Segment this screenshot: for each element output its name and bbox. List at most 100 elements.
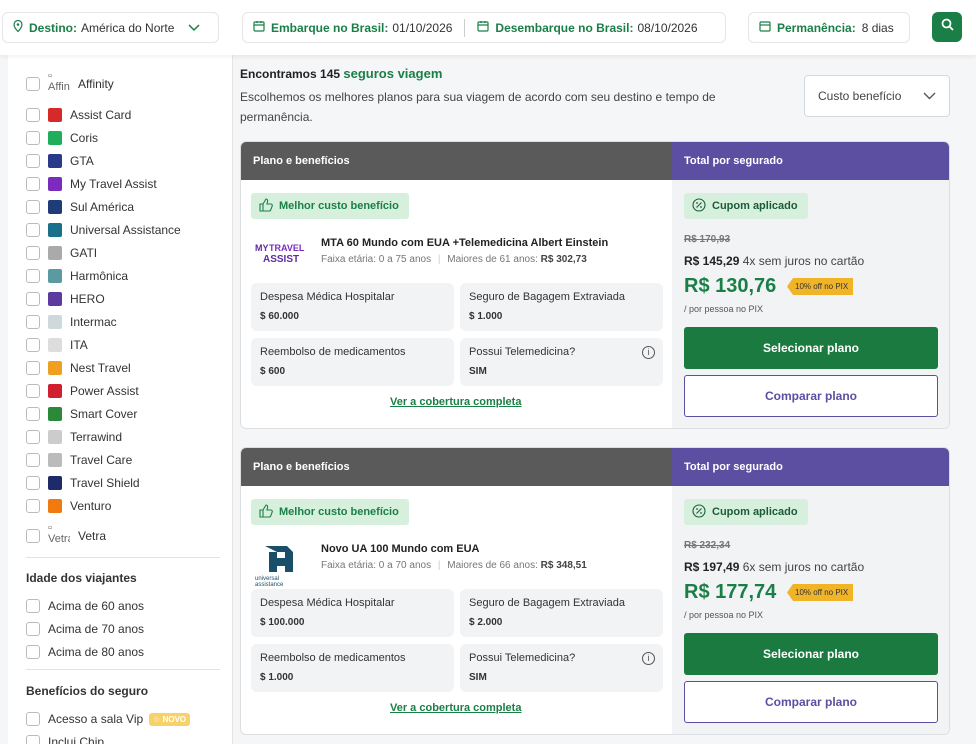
checkbox[interactable] [26,269,40,283]
price-panel: Cupom aplicado R$ 232,34 R$ 197,49 6x se… [672,486,949,734]
coupon-badge: Cupom aplicado [684,499,808,525]
insurer-logo: MY TRAVEL ASSIST [255,240,305,268]
destination-value: América do Norte [81,20,175,35]
sort-dropdown[interactable]: Custo benefício [804,75,950,117]
checkbox[interactable] [26,246,40,260]
insurer-filter-item[interactable]: Sul América [26,198,134,216]
benefit-value: $ 2.000 [469,617,503,628]
insurer-label: GATI [70,246,98,260]
stay-duration[interactable]: Permanência: 8 dias [748,12,910,43]
insurer-filter-item[interactable]: Smart Cover [26,405,137,423]
insurer-filter-item[interactable]: Nest Travel [26,359,131,377]
checkbox[interactable] [26,529,40,543]
age-option-label: Acima de 80 anos [48,645,145,659]
info-icon[interactable]: i [642,652,655,665]
checkbox[interactable] [26,338,40,352]
benefit-label: Reembolso de medicamentos [260,652,406,664]
checkbox[interactable] [26,108,40,122]
checkbox[interactable] [26,735,40,744]
insurer-filter-item[interactable]: Harmônica [26,267,128,285]
age-option[interactable]: Acima de 80 anos [26,643,144,661]
insurer-logo-icon [48,407,62,421]
plan-name: MTA 60 Mundo com EUA +Telemedicina Alber… [321,237,609,249]
checkbox[interactable] [26,292,40,306]
benefit-label: Possui Telemedicina? [469,346,576,358]
checkbox[interactable] [26,599,40,613]
insurer-label: Assist Card [70,108,132,122]
insurer-filter-item[interactable]: Venturo [26,497,111,515]
age-option[interactable]: Acima de 60 anos [26,597,144,615]
insurer-filter-item[interactable]: Terrawind [26,428,122,446]
checkbox[interactable] [26,77,40,91]
installment-text: 4x sem juros no cartão [742,254,865,268]
checkbox[interactable] [26,154,40,168]
insurer-label: GTA [70,154,94,168]
compare-plan-button[interactable]: Comparar plano [684,375,938,417]
benefit-option[interactable]: Inclui Chip [26,733,104,744]
search-icon [941,18,954,36]
checkbox[interactable] [26,384,40,398]
insurer-filter-item[interactable]: Coris [26,129,98,147]
insurer-label: Travel Care [70,453,133,467]
checkbox[interactable] [26,131,40,145]
destination-selector[interactable]: Destino: América do Norte [2,12,219,43]
age-option[interactable]: Acima de 70 anos [26,620,144,638]
insurer-label: My Travel Assist [70,177,157,191]
svg-text:assistance: assistance [255,582,284,588]
insurer-filter-item[interactable]: ▫ Affini Affinity [26,71,114,97]
search-button[interactable] [932,12,962,42]
insurer-filter-item[interactable]: Power Assist [26,382,139,400]
insurer-logo-icon [48,246,62,260]
checkbox[interactable] [26,453,40,467]
checkbox[interactable] [26,712,40,726]
search-summary-bar: Destino: América do Norte Embarque no Br… [0,0,976,55]
info-icon[interactable]: i [642,346,655,359]
insurer-filter-item[interactable]: Universal Assistance [26,221,181,239]
insurer-filter-item[interactable]: Travel Shield [26,474,140,492]
insurer-label: Terrawind [70,430,123,444]
insurer-logo-icon [48,200,62,214]
insurer-filter-item[interactable]: HERO [26,290,105,308]
age-range: Faixa etária: 0 a 70 anos [321,560,432,571]
checkbox[interactable] [26,499,40,513]
results-description: Escolhemos os melhores planos para sua v… [240,90,716,124]
checkbox[interactable] [26,361,40,375]
new-badge: ☆ NOVO [149,712,191,726]
full-coverage-link[interactable]: Ver a cobertura completa [390,396,521,408]
checkbox[interactable] [26,177,40,191]
benefit-option[interactable]: Acesso a sala Vip ☆ NOVO [26,710,191,728]
return-value: 08/10/2026 [637,20,698,35]
checkbox[interactable] [26,622,40,636]
insurer-logo: universal assistance [255,542,305,588]
insurer-filter-item[interactable]: GTA [26,152,94,170]
travel-dates[interactable]: Embarque no Brasil: 01/10/2026 Desembarq… [242,12,726,43]
insurer-filter-item[interactable]: Assist Card [26,106,131,124]
insurer-filter-item[interactable]: My Travel Assist [26,175,157,193]
checkbox[interactable] [26,407,40,421]
insurer-filter-item[interactable]: ▫Vetra Vetra [26,523,106,549]
checkbox[interactable] [26,200,40,214]
insurer-label: Affinity [78,77,114,91]
checkbox[interactable] [26,476,40,490]
filters-sidebar: ▫ Affini Affinity Assist Card Coris GTA My Tra… [8,55,233,744]
location-pin-icon [13,19,23,35]
insurer-label: Venturo [70,499,112,513]
insurer-filter-item[interactable]: Travel Care [26,451,132,469]
select-plan-button[interactable]: Selecionar plano [684,327,938,369]
select-plan-button[interactable]: Selecionar plano [684,633,938,675]
best-value-badge: Melhor custo benefício [251,193,409,219]
insurer-filter-item[interactable]: Intermac [26,313,117,331]
checkbox[interactable] [26,315,40,329]
checkbox[interactable] [26,430,40,444]
insurer-label: Smart Cover [70,407,138,421]
checkbox[interactable] [26,223,40,237]
divider [26,557,220,558]
insurer-filter-item[interactable]: GATI [26,244,97,262]
compare-plan-button[interactable]: Comparar plano [684,681,938,723]
departure-label: Embarque no Brasil: [271,20,389,35]
checkbox[interactable] [26,645,40,659]
insurer-label: Harmônica [70,269,129,283]
svg-text:TRAVEL: TRAVEL [269,243,305,253]
full-coverage-link[interactable]: Ver a cobertura completa [390,702,521,714]
insurer-filter-item[interactable]: ITA [26,336,88,354]
